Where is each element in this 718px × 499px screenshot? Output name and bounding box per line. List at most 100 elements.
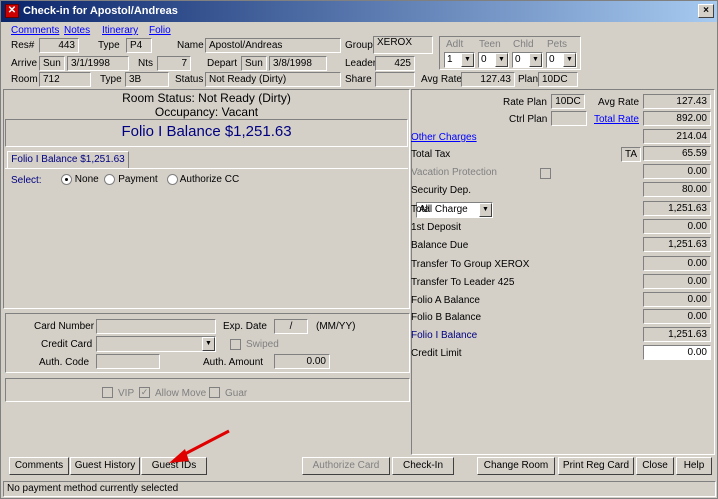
radio-authorize-cc[interactable] (166, 174, 178, 185)
pets-value: 0 (549, 54, 555, 65)
swiped-label: Swiped (246, 339, 279, 350)
radio-payment-label: Payment (118, 174, 158, 186)
menu-comments[interactable]: Comments (11, 25, 59, 36)
share-label: Share (345, 74, 372, 85)
allow-move-label: Allow Move (155, 388, 207, 399)
swiped-checkbox[interactable] (230, 339, 241, 350)
folio-balance-heading: Folio I Balance $1,251.63 (5, 119, 408, 147)
help-button[interactable]: Help (676, 457, 712, 475)
leader-label: Leader (345, 58, 377, 69)
chld-value: 0 (515, 54, 521, 65)
plan-field: 10DC (538, 72, 578, 87)
depart-date-field: 3/8/1998 (269, 56, 327, 71)
allow-move-checkbox[interactable]: ✓ (139, 387, 150, 398)
group-field: XEROX (373, 36, 433, 54)
share-field (375, 72, 415, 87)
card-number-field[interactable] (96, 319, 216, 334)
status-bar: No payment method currently selected (3, 481, 716, 497)
charge-label-14: Credit Limit (411, 348, 462, 359)
app-icon: ✕ (5, 4, 19, 18)
nts-field: 7 (157, 56, 191, 71)
room-type-field: 3B (125, 72, 169, 87)
tab-divider (5, 168, 408, 169)
charge-value-4: 0.00 (643, 164, 711, 179)
charge-value-2: 214.04 (643, 129, 711, 144)
charge-value-7: 0.00 (643, 219, 711, 234)
auth-code-label: Auth. Code (39, 357, 90, 368)
chevron-down-icon: ▼ (495, 53, 508, 67)
pets-label: Pets (547, 39, 568, 50)
radio-none[interactable] (61, 174, 72, 185)
charge-label-10: Transfer To Leader 425 (411, 277, 515, 288)
radio-payment[interactable] (104, 174, 116, 185)
charge-value-3: 65.59 (643, 146, 711, 161)
charge-value-10: 0.00 (643, 274, 711, 289)
menu-itinerary[interactable]: Itinerary (102, 25, 138, 36)
teen-select[interactable]: 0 ▼ (478, 52, 509, 68)
pets-select[interactable]: 0 ▼ (546, 52, 577, 68)
menu-folio[interactable]: Folio (149, 25, 171, 36)
room-field: 712 (39, 72, 91, 87)
name-label: Name (177, 40, 204, 51)
exp-date-field[interactable]: / (274, 319, 308, 334)
charge-value-0: 127.43 (643, 94, 711, 109)
chevron-down-icon: ▼ (563, 53, 576, 67)
charge-label-13: Folio I Balance (411, 330, 478, 341)
credit-card-select[interactable]: ▼ (96, 336, 216, 352)
status-label: Status (175, 74, 204, 85)
chld-select[interactable]: 0 ▼ (512, 52, 543, 68)
charge-label-0: Avg Rate (598, 97, 639, 108)
arrive-date-field: 3/1/1998 (67, 56, 129, 71)
menu-notes[interactable]: Notes (64, 25, 90, 36)
type-label: Type (98, 40, 120, 51)
res-label: Res# (11, 40, 35, 51)
tab-folio-i[interactable]: Folio I Balance $1,251.63 (7, 151, 129, 168)
ctrl-plan-label: Ctrl Plan (509, 114, 548, 125)
leader-field: 425 (375, 56, 415, 71)
chevron-down-icon: ▼ (461, 53, 474, 67)
print-reg-card-button[interactable]: Print Reg Card (558, 457, 634, 475)
adlt-select[interactable]: 1 ▼ (444, 52, 475, 68)
depart-label: Depart (207, 58, 238, 69)
rate-plan-label: Rate Plan (503, 97, 547, 108)
radio-none-label: None (74, 174, 99, 186)
nts-label: Nts (138, 58, 153, 69)
charge-value-14[interactable]: 0.00 (643, 345, 711, 360)
authorize-card-button[interactable]: Authorize Card (302, 457, 390, 475)
charge-label-5: Security Dep. (411, 185, 472, 196)
vip-checkbox[interactable] (102, 387, 113, 398)
charge-value-12: 0.00 (643, 309, 711, 324)
occupancy-line: Occupancy: Vacant (154, 105, 259, 119)
auth-code-field[interactable] (96, 354, 160, 369)
close-button[interactable]: Close (636, 457, 674, 475)
guest-history-button[interactable]: Guest History (70, 457, 140, 475)
charge-label-1[interactable]: Total Rate (594, 114, 639, 125)
res-field: 443 (39, 38, 79, 53)
comments-button[interactable]: Comments (9, 457, 69, 475)
change-room-button[interactable]: Change Room (477, 457, 555, 475)
auth-amount-field[interactable]: 0.00 (274, 354, 330, 369)
depart-day-field: Sun (241, 56, 267, 71)
charge-label-7: 1st Deposit (411, 222, 462, 233)
check-in-button[interactable]: Check-In (392, 457, 454, 475)
charge-value-11: 0.00 (643, 292, 711, 307)
name-field: Apostol/Andreas (205, 38, 341, 53)
adlt-label: Adlt (446, 39, 464, 50)
arrive-label: Arrive (11, 58, 38, 69)
auth-amount-label: Auth. Amount (203, 357, 264, 368)
charge-label-9: Transfer To Group XEROX (411, 259, 530, 270)
charge-label-3: Total Tax (411, 149, 451, 160)
charge-label-2[interactable]: Other Charges (411, 132, 639, 143)
flags-section (5, 378, 410, 402)
status-field: Not Ready (Dirty) (205, 72, 341, 87)
group-label: Group (345, 40, 373, 51)
exp-format-hint: (MM/YY) (316, 321, 356, 332)
guar-checkbox[interactable] (209, 387, 220, 398)
select-label: Select: (11, 175, 42, 186)
close-window-button[interactable]: × (698, 4, 714, 18)
rate-plan-field: 10DC (551, 94, 585, 109)
charge-label-6: Total Charge (411, 204, 468, 215)
room-status-line: Room Status: Not Ready (Dirty) (122, 91, 291, 105)
chld-label: Chld (513, 39, 534, 50)
chevron-down-icon: ▼ (529, 53, 542, 67)
